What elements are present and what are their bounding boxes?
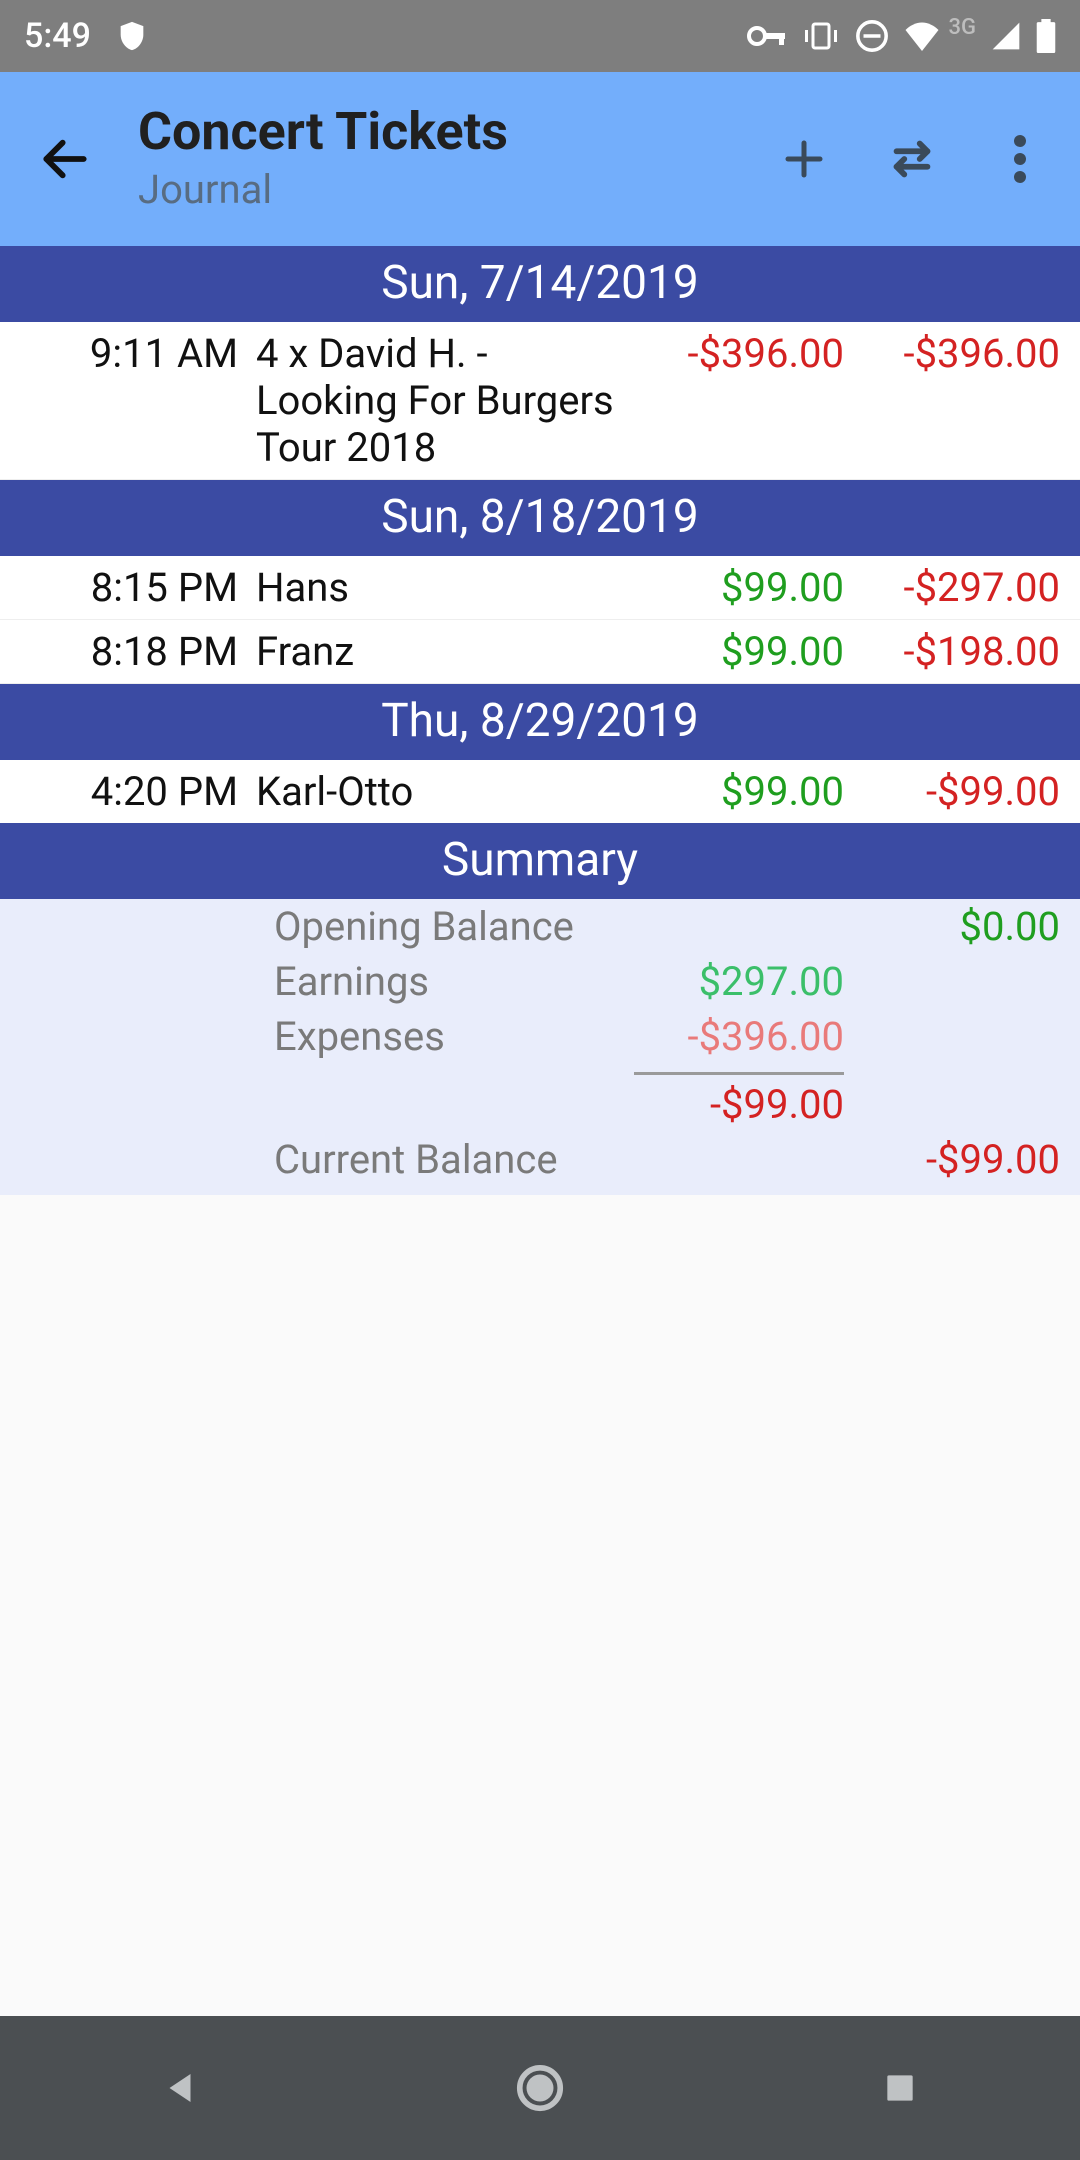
square-recents-icon [881,2069,919,2107]
do-not-disturb-icon [855,19,889,53]
overflow-menu-button[interactable] [990,129,1050,189]
journal-row[interactable]: 8:18 PMFranz$99.00-$198.00 [0,620,1080,684]
page-title: Concert Tickets [138,105,774,160]
current-balance-value: -$99.00 [844,1136,1064,1183]
row-balance: -$198.00 [844,628,1064,675]
journal-row[interactable]: 4:20 PMKarl-Otto$99.00-$99.00 [0,760,1080,823]
row-time: 8:18 PM [16,628,256,675]
shield-icon [115,19,149,53]
row-description: Franz [256,628,634,675]
row-time: 4:20 PM [16,768,256,815]
row-amount: $99.00 [634,628,844,675]
row-balance: -$396.00 [844,330,1064,471]
transfer-button[interactable] [882,129,942,189]
network-type-label: 3G [949,15,977,40]
summary-block: Opening Balance $0.00 Earnings $297.00 E… [0,899,1080,1195]
opening-balance-label: Opening Balance [274,903,634,950]
nav-home-button[interactable] [500,2048,580,2128]
nav-recents-button[interactable] [860,2048,940,2128]
date-header: Thu, 8/29/2019 [0,684,1080,760]
wifi-icon [903,21,941,51]
plus-icon [780,135,828,183]
android-nav-bar [0,2016,1080,2160]
row-amount: $99.00 [634,768,844,815]
triangle-back-icon [159,2067,201,2109]
earnings-value: $297.00 [634,958,844,1005]
status-bar: 5:49 3G [0,0,1080,72]
row-description: Hans [256,564,634,611]
journal-list: Sun, 7/14/20199:11 AM4 x David H. - Look… [0,246,1080,823]
row-amount: -$396.00 [634,330,844,471]
date-header: Sun, 7/14/2019 [0,246,1080,322]
summary-header: Summary [0,823,1080,899]
back-button[interactable] [20,114,110,204]
status-time: 5:49 [24,16,91,56]
expenses-value: -$396.00 [634,1013,844,1060]
nav-back-button[interactable] [140,2048,220,2128]
row-time: 8:15 PM [16,564,256,611]
journal-row[interactable]: 9:11 AM4 x David H. - Looking For Burger… [0,322,1080,480]
more-vert-icon [1014,135,1026,183]
net-value: -$99.00 [634,1072,844,1128]
row-description: Karl-Otto [256,768,634,815]
journal-row[interactable]: 8:15 PMHans$99.00-$297.00 [0,556,1080,620]
date-header: Sun, 8/18/2019 [0,480,1080,556]
cell-signal-icon [990,20,1022,52]
earnings-label: Earnings [274,958,634,1005]
circle-home-icon [513,2061,567,2115]
row-balance: -$297.00 [844,564,1064,611]
row-amount: $99.00 [634,564,844,611]
row-time: 9:11 AM [16,330,256,471]
battery-icon [1036,19,1056,53]
opening-balance-value: $0.00 [844,903,1064,950]
current-balance-label: Current Balance [274,1136,634,1183]
row-description: 4 x David H. - Looking For Burgers Tour … [256,330,634,471]
add-button[interactable] [774,129,834,189]
app-bar: Concert Tickets Journal [0,72,1080,246]
vibrate-icon [801,20,841,52]
row-balance: -$99.00 [844,768,1064,815]
expenses-label: Expenses [274,1013,634,1060]
swap-icon [885,137,939,181]
vpn-key-icon [747,23,787,49]
arrow-left-icon [37,131,93,187]
page-subtitle: Journal [138,166,774,213]
